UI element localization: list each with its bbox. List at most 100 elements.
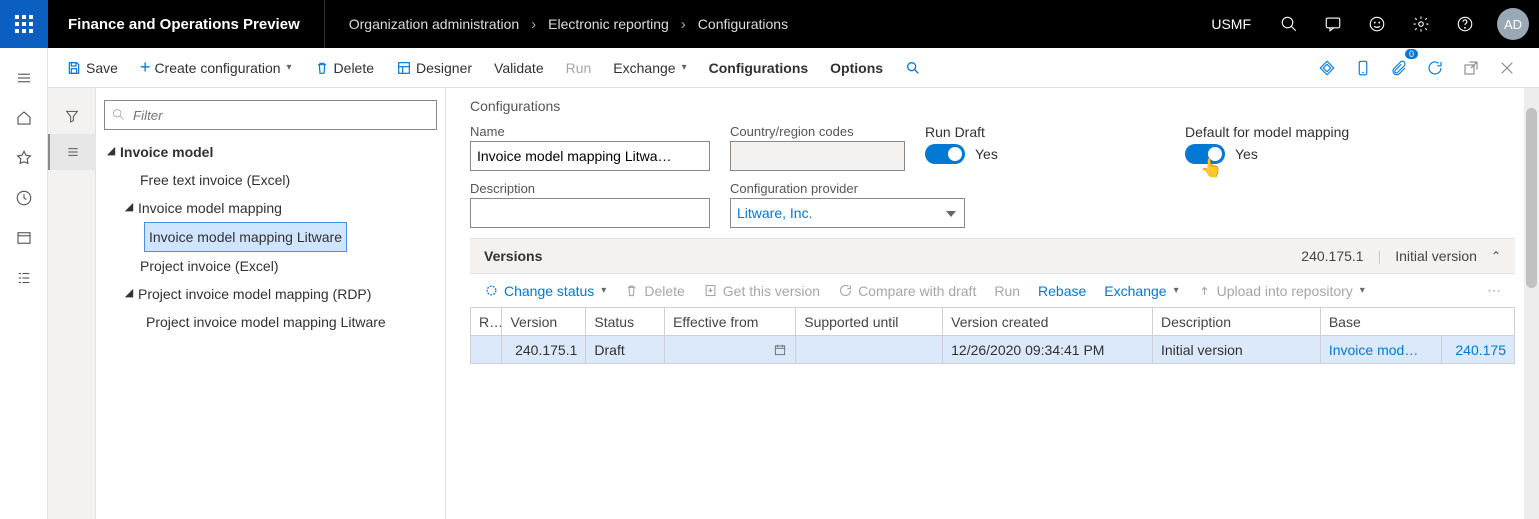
tree-node-project-invoice-mapping-rdp[interactable]: ◢Project invoice model mapping (RDP): [104, 280, 437, 308]
avatar[interactable]: AD: [1497, 8, 1529, 40]
tree-node-project-invoice-excel[interactable]: Project invoice (Excel): [104, 252, 437, 280]
settings-button[interactable]: [1399, 0, 1443, 48]
tree-node-invoice-model-mapping-litware[interactable]: Invoice model mapping Litware: [104, 222, 437, 252]
chevron-right-icon: ›: [525, 16, 542, 33]
search-button[interactable]: [1267, 0, 1311, 48]
attachments-button[interactable]: 0: [1383, 52, 1415, 84]
version-exchange-button[interactable]: Exchange▾: [1104, 283, 1178, 299]
versions-header[interactable]: Versions 240.175.1 | Initial version ⌃: [470, 238, 1515, 274]
nav-home-button[interactable]: [0, 98, 48, 138]
tree-node-invoice-model-mapping[interactable]: ◢Invoice model mapping: [104, 194, 437, 222]
more-button[interactable]: ⋯: [1487, 282, 1501, 299]
chevron-down-icon: ▾: [287, 62, 292, 73]
name-input[interactable]: [470, 141, 710, 171]
default-mapping-label: Default for model mapping: [1185, 124, 1425, 140]
popout-button[interactable]: [1455, 52, 1487, 84]
vertical-scrollbar[interactable]: [1524, 88, 1539, 519]
trash-icon: [314, 60, 330, 76]
exchange-button[interactable]: Exchange▾: [603, 48, 696, 88]
versions-header-version: 240.175.1: [1301, 248, 1363, 264]
filter-panel-button[interactable]: [48, 98, 96, 134]
open-new-button[interactable]: [1347, 52, 1379, 84]
compare-draft-button: Compare with draft: [838, 283, 976, 299]
run-draft-label: Run Draft: [925, 124, 1165, 140]
save-button[interactable]: Save: [56, 48, 128, 88]
version-run-button: Run: [994, 283, 1020, 299]
col-created[interactable]: Version created: [943, 308, 1153, 336]
provider-select[interactable]: Litware, Inc.: [730, 198, 965, 228]
tree-node-invoice-model[interactable]: ◢Invoice model: [104, 138, 437, 166]
create-label: Create configuration: [154, 60, 280, 76]
feedback-button[interactable]: [1355, 0, 1399, 48]
get-version-button: Get this version: [703, 283, 820, 299]
configuration-tree: ◢Invoice model Free text invoice (Excel)…: [104, 138, 437, 336]
nav-workspaces-button[interactable]: [0, 218, 48, 258]
help-button[interactable]: [1443, 0, 1487, 48]
cell-r: [471, 336, 502, 364]
designer-button[interactable]: Designer: [386, 48, 482, 88]
country-input[interactable]: [730, 141, 905, 171]
caret-icon: ◢: [122, 279, 136, 307]
nav-recent-button[interactable]: [0, 178, 48, 218]
help-icon: [1456, 15, 1474, 33]
options-tab[interactable]: Options: [820, 48, 893, 88]
cell-version: 240.175.1: [502, 336, 586, 364]
provider-label: Configuration provider: [730, 181, 965, 196]
default-mapping-toggle[interactable]: [1185, 144, 1225, 164]
breadcrumb-item[interactable]: Electronic reporting: [548, 16, 669, 32]
close-button[interactable]: [1491, 52, 1523, 84]
col-effective[interactable]: Effective from: [665, 308, 796, 336]
cell-base-name[interactable]: Invoice mod…: [1320, 336, 1441, 364]
rebase-button[interactable]: Rebase: [1038, 283, 1086, 299]
col-status[interactable]: Status: [586, 308, 665, 336]
caret-icon: ◢: [122, 193, 136, 221]
trash-icon: [624, 283, 639, 298]
breadcrumb-item[interactable]: Configurations: [698, 16, 788, 32]
upload-icon: [1197, 283, 1212, 298]
col-r[interactable]: R…: [471, 308, 502, 336]
tree-node-project-invoice-mapping-litware[interactable]: Project invoice model mapping Litware: [104, 308, 437, 336]
run-label: Run: [566, 60, 592, 76]
cell-base-ver[interactable]: 240.175: [1441, 336, 1515, 364]
run-draft-toggle[interactable]: [925, 144, 965, 164]
col-description[interactable]: Description: [1152, 308, 1320, 336]
nav-hamburger-button[interactable]: [0, 58, 48, 98]
run-draft-value: Yes: [975, 146, 998, 162]
tree-node-free-text-invoice[interactable]: Free text invoice (Excel): [104, 166, 437, 194]
save-label: Save: [86, 60, 118, 76]
list-panel-button[interactable]: [48, 134, 96, 170]
cell-supported[interactable]: [796, 336, 943, 364]
list-icon: [65, 144, 81, 160]
scrollbar-thumb[interactable]: [1526, 108, 1537, 288]
delete-button[interactable]: Delete: [304, 48, 384, 88]
breadcrumb-item[interactable]: Organization administration: [349, 16, 519, 32]
nav-favorites-button[interactable]: [0, 138, 48, 178]
col-version[interactable]: Version: [502, 308, 586, 336]
messages-button[interactable]: [1311, 0, 1355, 48]
grid-row[interactable]: 240.175.1 Draft 12/26/2020 09:34:41 PM I…: [471, 336, 1515, 364]
company-label[interactable]: USMF: [1195, 16, 1267, 32]
topbar-right: USMF AD: [1195, 0, 1539, 48]
close-icon: [1498, 59, 1516, 77]
col-base[interactable]: Base: [1320, 308, 1514, 336]
versions-header-desc: Initial version: [1395, 248, 1477, 264]
chevron-up-icon[interactable]: ⌃: [1491, 249, 1501, 263]
nav-modules-button[interactable]: [0, 258, 48, 298]
refresh-button[interactable]: [1419, 52, 1451, 84]
configurations-tab[interactable]: Configurations: [699, 48, 819, 88]
diamond-icon: [1318, 59, 1336, 77]
description-input[interactable]: [470, 198, 710, 228]
search-action-button[interactable]: [895, 48, 931, 88]
configurations-label: Configurations: [709, 60, 809, 76]
create-configuration-button[interactable]: + Create configuration ▾: [130, 48, 302, 88]
cell-effective[interactable]: [665, 336, 796, 364]
validate-button[interactable]: Validate: [484, 48, 554, 88]
diamond-button[interactable]: [1311, 52, 1343, 84]
waffle-icon: [15, 15, 33, 33]
tree-filter-input[interactable]: [104, 100, 437, 130]
tree-column: ◢Invoice model Free text invoice (Excel)…: [96, 88, 446, 519]
change-status-button[interactable]: Change status▾: [484, 283, 606, 299]
app-launcher-button[interactable]: [0, 0, 48, 48]
col-supported[interactable]: Supported until: [796, 308, 943, 336]
filter-icon: [64, 108, 80, 124]
